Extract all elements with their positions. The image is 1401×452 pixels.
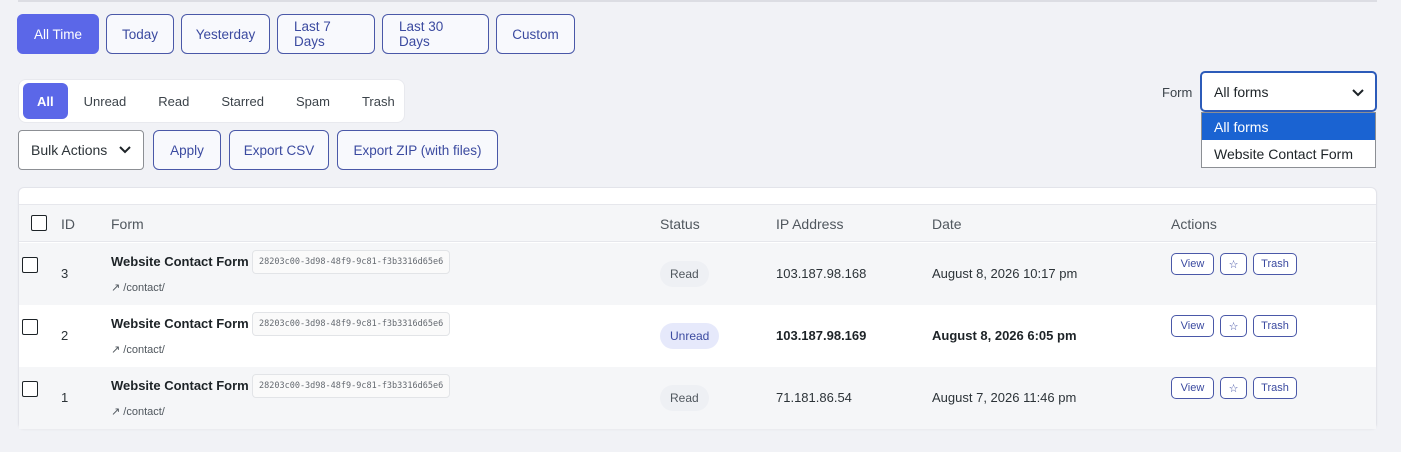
row-date: August 8, 2026 10:17 pm: [932, 266, 1078, 281]
row-form-name[interactable]: Website Contact Form: [111, 378, 249, 393]
tab-all[interactable]: All: [23, 83, 68, 119]
export-zip-button[interactable]: Export ZIP (with files): [337, 130, 498, 170]
status-badge: Unread: [660, 323, 720, 349]
row-ip: 71.181.86.54: [776, 390, 852, 405]
row-uuid: 28203c00-3d98-48f9-9c81-f3b3316d65e6: [252, 312, 451, 336]
view-button[interactable]: View: [1171, 315, 1214, 337]
view-button[interactable]: View: [1171, 377, 1214, 399]
table-row[interactable]: 3 Website Contact Form 28203c00-3d98-48f…: [19, 243, 1376, 305]
row-date: August 8, 2026 6:05 pm: [932, 328, 1077, 343]
row-path-link[interactable]: ↗ /contact/: [111, 281, 165, 294]
tab-read[interactable]: Read: [142, 83, 205, 119]
table-header: ID Form Status IP Address Date Actions: [19, 204, 1376, 242]
view-button[interactable]: View: [1171, 253, 1214, 275]
top-divider: [18, 0, 1377, 2]
trash-button[interactable]: Trash: [1253, 377, 1297, 399]
star-button[interactable]: ☆: [1220, 377, 1247, 399]
trash-button[interactable]: Trash: [1253, 315, 1297, 337]
row-path-link[interactable]: ↗ /contact/: [111, 405, 165, 418]
date-custom-button[interactable]: Custom: [496, 14, 575, 54]
status-badge: Read: [660, 385, 709, 411]
table-row[interactable]: 2 Website Contact Form 28203c00-3d98-48f…: [19, 305, 1376, 367]
form-filter-dropdown: All forms Website Contact Form: [1201, 112, 1376, 168]
date-range-filter: All Time Today Yesterday Last 7 Days Las…: [17, 14, 575, 54]
star-button[interactable]: ☆: [1220, 253, 1247, 275]
trash-button[interactable]: Trash: [1253, 253, 1297, 275]
row-id: 3: [61, 266, 69, 281]
row-checkbox[interactable]: [22, 381, 38, 397]
row-date: August 7, 2026 11:46 pm: [932, 390, 1077, 405]
column-header-status[interactable]: Status: [660, 216, 700, 232]
row-uuid: 28203c00-3d98-48f9-9c81-f3b3316d65e6: [252, 374, 451, 398]
date-all-time-button[interactable]: All Time: [17, 14, 99, 54]
star-icon: ☆: [1228, 320, 1239, 333]
star-icon: ☆: [1228, 382, 1239, 395]
date-last-30-days-button[interactable]: Last 30 Days: [382, 14, 489, 54]
submissions-table: ID Form Status IP Address Date Actions 3…: [18, 187, 1377, 429]
tab-starred[interactable]: Starred: [205, 83, 280, 119]
row-form-name[interactable]: Website Contact Form: [111, 254, 249, 269]
chevron-down-icon: [1352, 89, 1364, 97]
dropdown-option-website-contact-form[interactable]: Website Contact Form: [1202, 140, 1375, 167]
row-checkbox[interactable]: [22, 257, 38, 273]
form-filter-value: All forms: [1214, 83, 1269, 100]
row-checkbox[interactable]: [22, 319, 38, 335]
dropdown-option-all-forms[interactable]: All forms: [1202, 113, 1375, 140]
select-all-checkbox[interactable]: [31, 215, 47, 231]
column-header-form[interactable]: Form: [111, 216, 144, 232]
form-filter-label: Form: [1162, 85, 1193, 100]
status-tabs: All Unread Read Starred Spam Trash: [18, 79, 405, 123]
row-uuid: 28203c00-3d98-48f9-9c81-f3b3316d65e6: [252, 250, 451, 274]
row-path-link[interactable]: ↗ /contact/: [111, 343, 165, 356]
row-id: 1: [61, 390, 69, 405]
status-badge: Read: [660, 261, 709, 287]
date-last-7-days-button[interactable]: Last 7 Days: [277, 14, 375, 54]
chevron-down-icon: [119, 146, 131, 154]
row-form-name[interactable]: Website Contact Form: [111, 316, 249, 331]
column-header-actions: Actions: [1171, 216, 1217, 232]
bulk-actions-value: Bulk Actions: [31, 142, 108, 158]
row-ip: 103.187.98.169: [776, 328, 867, 343]
star-icon: ☆: [1228, 258, 1239, 271]
tab-spam[interactable]: Spam: [280, 83, 346, 119]
tab-unread[interactable]: Unread: [68, 83, 143, 119]
apply-button[interactable]: Apply: [153, 130, 221, 170]
table-row[interactable]: 1 Website Contact Form 28203c00-3d98-48f…: [19, 367, 1376, 429]
row-ip: 103.187.98.168: [776, 266, 867, 281]
export-csv-button[interactable]: Export CSV: [229, 130, 329, 170]
form-filter-select[interactable]: All forms: [1200, 71, 1377, 112]
star-button[interactable]: ☆: [1220, 315, 1247, 337]
date-yesterday-button[interactable]: Yesterday: [181, 14, 270, 54]
row-id: 2: [61, 328, 69, 343]
column-header-id[interactable]: ID: [61, 216, 75, 232]
tab-trash[interactable]: Trash: [346, 83, 411, 119]
date-today-button[interactable]: Today: [106, 14, 174, 54]
column-header-ip[interactable]: IP Address: [776, 216, 843, 232]
column-header-date[interactable]: Date: [932, 216, 962, 232]
bulk-actions-select[interactable]: Bulk Actions: [18, 130, 144, 170]
